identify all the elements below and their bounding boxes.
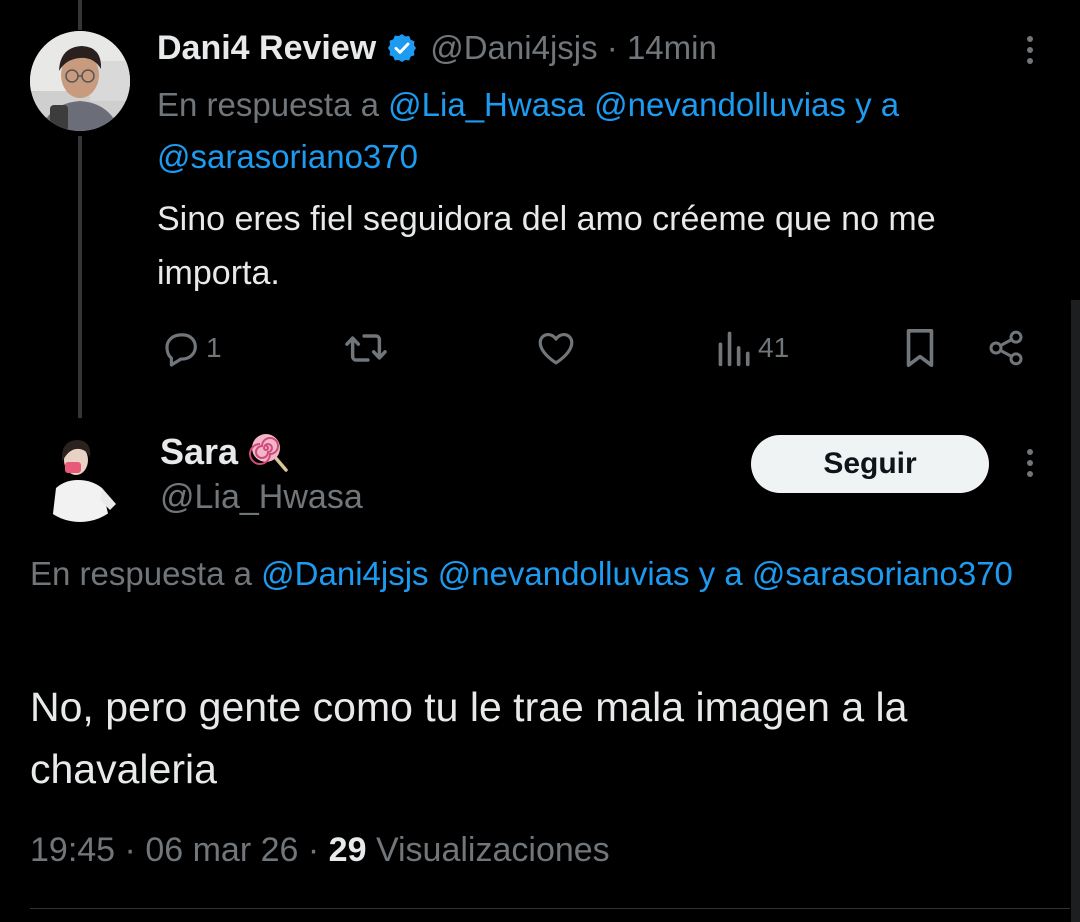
separator-dot: · — [307, 831, 320, 869]
tweet1-handle-time: @Dani4jsjs · 14min — [430, 29, 717, 67]
tweet1-action-bar: 1 41 — [0, 320, 1080, 376]
reply-count: 1 — [206, 332, 222, 363]
retweet-button[interactable] — [343, 320, 389, 376]
scrollbar-track[interactable] — [1071, 300, 1080, 922]
separator-dot: · — [124, 831, 136, 869]
retweet-icon — [343, 327, 389, 369]
divider — [30, 908, 1070, 909]
separator-dot: · — [606, 29, 618, 66]
tweet2-text: No, pero gente como tu le trae mala imag… — [30, 684, 908, 792]
mention-link[interactable]: @Dani4jsjs — [261, 555, 428, 592]
bookmark-button[interactable] — [902, 320, 938, 376]
mention-link[interactable]: @sarasoriano370 — [157, 138, 418, 175]
tweet1-reply-to: En respuesta a @Lia_Hwasa @nevandolluvia… — [157, 79, 1057, 183]
views-count: 41 — [758, 332, 790, 363]
reply-conjunction[interactable]: y a — [699, 555, 743, 592]
tweet1-display-name[interactable]: Dani4 Review — [157, 29, 376, 68]
like-button[interactable] — [535, 320, 577, 376]
share-icon — [986, 328, 1026, 368]
reply-bubble-icon — [160, 327, 202, 369]
mention-link[interactable]: @sarasoriano370 — [752, 555, 1013, 592]
tweet2-date[interactable]: 06 mar 26 — [145, 831, 298, 869]
tweet2-handle[interactable]: @Lia_Hwasa — [160, 478, 363, 517]
tweet2-views-count[interactable]: 29 — [329, 831, 367, 869]
tweet1-time[interactable]: 14min — [627, 29, 717, 66]
tweet1-handle[interactable]: @Dani4jsjs — [430, 29, 597, 66]
reply-prefix: En respuesta a — [30, 555, 252, 592]
thread-line-top — [78, 0, 82, 30]
tweet1-header: Dani4 Review @Dani4jsjs · 14min — [157, 24, 717, 72]
follow-button[interactable]: Seguir — [751, 435, 989, 493]
tweet2-meta: 19:45 · 06 mar 26 · 29 Visualizaciones — [30, 831, 610, 870]
lollipop-emoji-icon — [248, 430, 292, 474]
reply-conjunction[interactable]: y a — [855, 86, 899, 123]
views-button[interactable]: 41 — [716, 320, 789, 376]
reply-prefix: En respuesta a — [157, 86, 379, 123]
more-vertical-icon[interactable] — [1025, 36, 1035, 64]
tweet2-header: Sara — [160, 428, 292, 476]
avatar-dani4[interactable] — [30, 31, 130, 131]
mention-link[interactable]: @Lia_Hwasa — [388, 86, 585, 123]
verified-badge-icon — [386, 32, 418, 64]
share-button[interactable] — [986, 320, 1026, 376]
tweet2-views-label[interactable]: Visualizaciones — [376, 831, 610, 869]
tweet2-display-name[interactable]: Sara — [160, 431, 238, 473]
reply-button[interactable]: 1 — [160, 320, 222, 376]
tweet2-reply-to: En respuesta a @Dani4jsjs @nevandolluvia… — [30, 548, 1050, 600]
mention-link[interactable]: @nevandolluvias — [594, 86, 846, 123]
views-chart-icon — [716, 328, 754, 368]
tweet2-time[interactable]: 19:45 — [30, 831, 115, 869]
tweet1-text: Sino eres fiel seguidora del amo créeme … — [157, 200, 936, 292]
heart-icon — [535, 327, 577, 369]
avatar-sara[interactable] — [30, 422, 130, 522]
mention-link[interactable]: @nevandolluvias — [438, 555, 690, 592]
more-vertical-icon[interactable] — [1025, 449, 1035, 477]
bookmark-icon — [902, 327, 938, 369]
